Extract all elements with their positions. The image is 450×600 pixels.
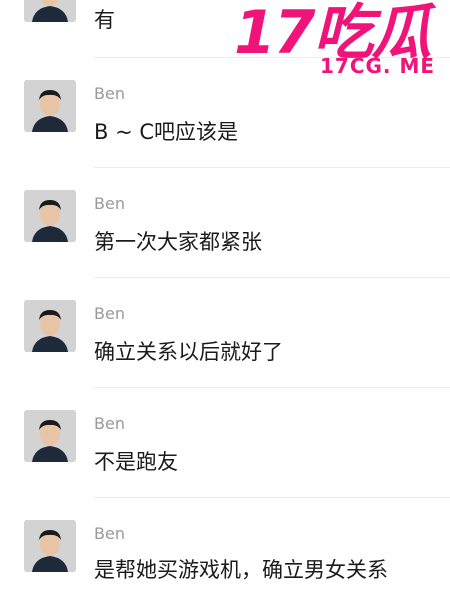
avatar[interactable] [24, 190, 76, 242]
sender-name: Ben [94, 304, 125, 323]
message-text: 是帮她买游戏机，确立男女关系 [94, 558, 388, 582]
chat-screen: 有 Ben B ~ C吧应该是 Ben 第一次大家都紧张 Ben 确立关系以后就… [0, 0, 450, 600]
avatar[interactable] [24, 0, 76, 22]
avatar-photo-icon [24, 0, 76, 22]
avatar-photo-icon [24, 300, 76, 352]
avatar-photo-icon [24, 410, 76, 462]
avatar[interactable] [24, 410, 76, 462]
watermark-domain-text: 17CG. ME [320, 54, 436, 78]
sender-name: Ben [94, 194, 125, 213]
avatar-photo-icon [24, 80, 76, 132]
chat-message: Ben 不是跑友 [0, 388, 450, 498]
message-text: 第一次大家都紧张 [94, 230, 262, 254]
sender-name: Ben [94, 414, 125, 433]
message-text: 有 [94, 8, 115, 32]
sender-name: Ben [94, 84, 125, 103]
message-text: 确立关系以后就好了 [94, 340, 283, 364]
chat-message: Ben 第一次大家都紧张 [0, 168, 450, 278]
avatar-photo-icon [24, 190, 76, 242]
chat-message: Ben 是帮她买游戏机，确立男女关系 [0, 498, 450, 600]
avatar-photo-icon [24, 520, 76, 572]
sender-name: Ben [94, 524, 125, 543]
watermark-logo: 17吃瓜 17CG. ME [232, 2, 442, 82]
avatar[interactable] [24, 520, 76, 572]
chat-message: Ben 确立关系以后就好了 [0, 278, 450, 388]
avatar[interactable] [24, 80, 76, 132]
message-text: B ~ C吧应该是 [94, 120, 239, 144]
message-text: 不是跑友 [94, 450, 178, 474]
avatar[interactable] [24, 300, 76, 352]
